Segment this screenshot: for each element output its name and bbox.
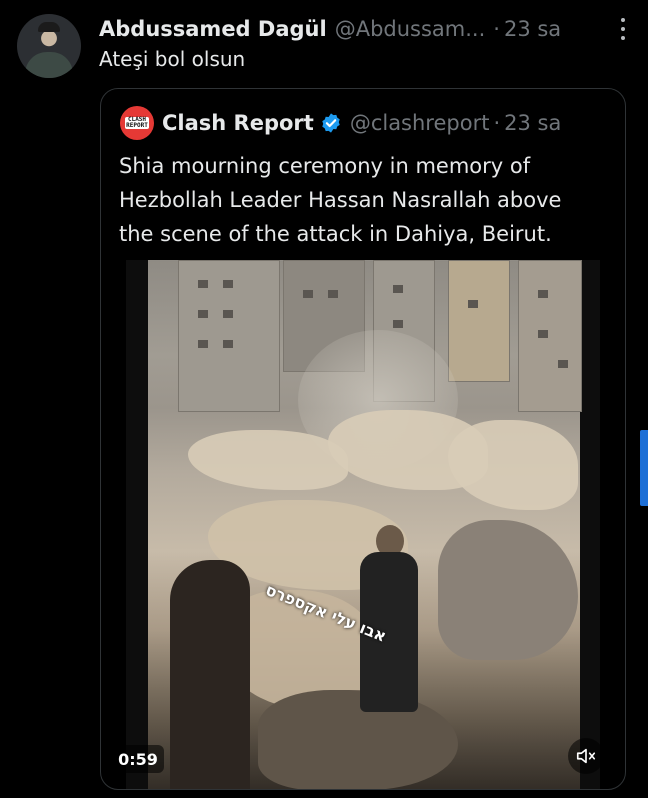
video-duration: 0:59 <box>112 745 164 773</box>
avatar-body <box>25 52 73 78</box>
volume-muted-icon <box>576 748 596 764</box>
quoted-separator-dot: · <box>493 111 501 135</box>
quoted-text-line: the scene of the attack in Dahiya, Beiru… <box>119 222 552 246</box>
verified-badge-icon <box>322 113 340 133</box>
quoted-text-line: Shia mourning ceremony in memory of <box>119 154 531 178</box>
video-player[interactable] <box>126 260 600 789</box>
mute-button[interactable] <box>568 738 604 774</box>
tweet-timestamp[interactable]: 23 sa <box>504 17 561 41</box>
author-handle[interactable]: @Abdussam... <box>335 17 486 41</box>
scroll-indicator[interactable] <box>640 430 648 506</box>
quoted-author-name[interactable]: Clash Report <box>162 111 314 135</box>
separator-dot: · <box>493 17 500 41</box>
author-name[interactable]: Abdussamed Dagül <box>99 17 327 41</box>
quoted-tweet-timestamp[interactable]: 23 sa <box>504 111 561 135</box>
avatar-hair <box>38 22 60 32</box>
author-avatar[interactable] <box>17 14 81 78</box>
quoted-tweet-text: Shia mourning ceremony in memory of Hezb… <box>119 149 619 251</box>
person-silhouette <box>170 560 250 789</box>
quoted-author-handle[interactable]: @clashreport <box>350 111 490 135</box>
tweet-header: Abdussamed Dagül @Abdussam... · 23 sa <box>99 14 629 44</box>
tweet-text: Ateşi bol olsun <box>99 47 246 71</box>
logo-text: CLASH REPORT <box>125 116 149 129</box>
quoted-text-line: Hezbollah Leader Hassan Nasrallah above <box>119 188 562 212</box>
quoted-tweet-header: Clash Report @clashreport · 23 sa <box>162 108 561 138</box>
clash-report-logo[interactable]: CLASH REPORT <box>120 106 154 140</box>
more-options-icon[interactable] <box>618 18 628 44</box>
